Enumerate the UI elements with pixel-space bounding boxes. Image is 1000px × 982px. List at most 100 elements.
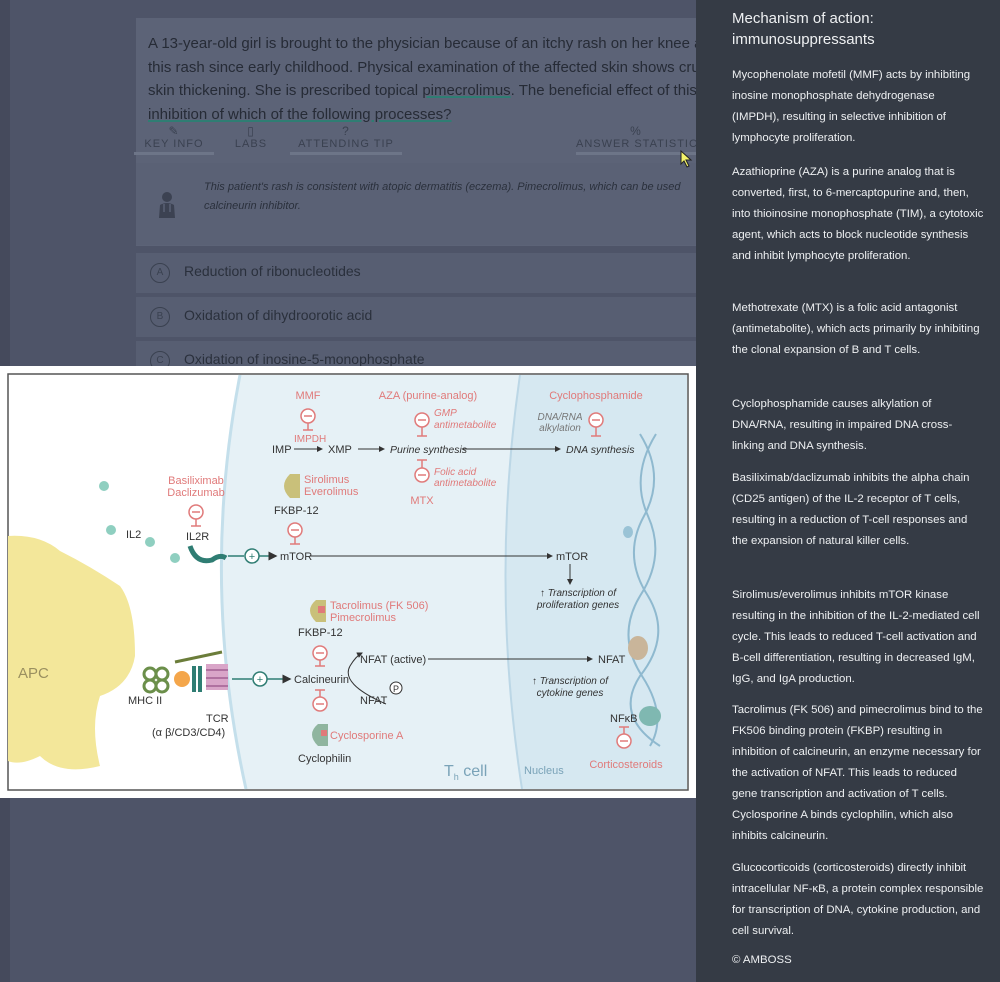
question-icon: ?: [342, 124, 350, 138]
xmp-label: XMP: [328, 444, 352, 456]
tcr-label: TCR: [206, 713, 229, 725]
fkbp12-label-b: FKBP-12: [298, 627, 343, 639]
mtor-nucleus-label: mTOR: [556, 551, 588, 563]
aza-label: AZA (purine-analog): [379, 390, 477, 402]
tab-labs-label: LABS: [234, 138, 268, 150]
highlighted-drug-link[interactable]: pimecrolimus: [422, 82, 510, 99]
cyclosporine-bound-marker: [321, 730, 327, 736]
daclizumab-label: Daclizumab: [167, 487, 224, 499]
option-text: Oxidation of inosine-5-monophosphate: [184, 351, 425, 367]
dnarna-label: DNA/RNA: [537, 412, 582, 423]
tab-key-info[interactable]: ✎ KEY INFO: [134, 124, 214, 155]
question-stem: A 13-year-old girl is brought to the phy…: [148, 32, 696, 126]
transcription-cytokine-line2: cytokine genes: [537, 688, 604, 699]
mechanism-diagram: APC MHC II TCR (α β/CD3/CD4) IL2 IL2R Ba…: [7, 373, 689, 791]
hint-line-1: This patient's rash is consistent with a…: [204, 181, 681, 193]
nfat-dna-complex: [628, 636, 648, 660]
pencil-icon: ✎: [168, 124, 180, 138]
th-cell-label: Th cell: [444, 763, 487, 782]
basiliximab-label: Basiliximab: [168, 475, 224, 487]
option-text: Reduction of ribonucleotides: [184, 263, 361, 279]
cyclosporine-label: Cyclosporine A: [330, 730, 404, 742]
alkylation-label: alkylation: [539, 423, 581, 434]
mechanism-figure[interactable]: APC MHC II TCR (α β/CD3/CD4) IL2 IL2R Ba…: [0, 366, 696, 798]
mtor-dna-complex: [623, 526, 633, 538]
mhc-tcr-complex: [142, 650, 228, 694]
mtx-label: MTX: [410, 495, 434, 507]
panel-paragraph-tacrolimus: Tacrolimus (FK 506) and pimecrolimus bin…: [732, 704, 983, 842]
option-letter: B: [150, 307, 170, 327]
panel-paragraph-mmf: Mycophenolate mofetil (MMF) acts by inhi…: [732, 69, 971, 144]
mtor-label: mTOR: [280, 551, 312, 563]
mmf-label: MMF: [295, 390, 320, 402]
tab-attending-tip-label: ATTENDING TIP: [290, 138, 402, 155]
phosphate-label: P: [393, 684, 399, 694]
cyclophosphamide-label: Cyclophosphamide: [549, 390, 643, 402]
plus-sign: +: [249, 551, 255, 563]
hint-line-2: calcineurin inhibitor.: [204, 200, 301, 212]
nfkb-label: NFκB: [610, 713, 638, 725]
impdh-label: IMPDH: [294, 434, 326, 445]
percent-icon: %: [630, 124, 642, 138]
stem-line-3-start: skin thickening. She is prescribed topic…: [148, 82, 423, 99]
purine-synthesis-label: Purine synthesis: [390, 444, 468, 456]
answer-option-b[interactable]: B Oxidation of dihydroorotic acid: [136, 297, 696, 337]
tab-labs[interactable]: ▯ LABS: [226, 124, 276, 155]
sirolimus-label: Sirolimus: [304, 474, 350, 486]
option-letter: A: [150, 263, 170, 283]
nucleus: [505, 375, 687, 789]
tab-answer-statistics-label: ANSWER STATISTICS: [576, 138, 696, 155]
gmp-label: GMP: [434, 408, 457, 419]
tab-attending-tip[interactable]: ? ATTENDING TIP: [290, 124, 402, 155]
inhibitor-symbol-basiliximab: [188, 504, 204, 527]
tacrolimus-bound-marker: [318, 606, 325, 613]
answer-option-a[interactable]: A Reduction of ribonucleotides: [136, 253, 696, 293]
cyclophilin-label: Cyclophilin: [298, 753, 351, 765]
panel-paragraph-glucocorticoids: Glucocorticoids (corticosteroids) direct…: [732, 862, 984, 937]
explanation-panel: Mechanism of action: immunosuppressants …: [696, 0, 1000, 982]
tab-answer-statistics[interactable]: % ANSWER STATISTICS: [576, 124, 696, 155]
mhc-label: MHC II: [128, 695, 162, 707]
dna-synthesis-label: DNA synthesis: [566, 444, 635, 456]
folic-acid-label: Folic acid: [434, 467, 477, 478]
calcineurin-label: Calcineurin: [294, 674, 349, 686]
corticosteroids-label: Corticosteroids: [589, 759, 663, 771]
nfkb-dna-complex: [639, 706, 661, 726]
doctor-icon: [159, 192, 175, 218]
option-text: Oxidation of dihydroorotic acid: [184, 307, 373, 323]
apc-cell: [8, 535, 135, 770]
clipboard-icon: ▯: [247, 124, 255, 138]
transcription-proliferation-line2: proliferation genes: [536, 600, 619, 611]
tacrolimus-label: Tacrolimus (FK 506): [330, 600, 428, 612]
stem-line-3-end: . The beneficial effect of this drug: [510, 82, 696, 99]
tcr-sublabel: (α β/CD3/CD4): [152, 727, 225, 739]
nfat-nucleus-label: NFAT: [598, 654, 626, 666]
fkbp12-label-a: FKBP-12: [274, 505, 319, 517]
pimecrolimus-label: Pimecrolimus: [330, 612, 397, 624]
plus-sign: +: [257, 674, 263, 686]
panel-paragraph-cyclophosphamide: Cyclophosphamide causes alkylation of DN…: [732, 398, 953, 452]
imp-label: IMP: [272, 444, 292, 456]
attending-tip-text: This patient's rash is consistent with a…: [204, 178, 696, 216]
panel-paragraph-basiliximab: Basiliximab/daclizumab inhibits the alph…: [732, 472, 970, 547]
panel-paragraph-mtx: Methotrexate (MTX) is a folic acid antag…: [732, 302, 980, 356]
transcription-proliferation-line1: ↑ Transcription of: [540, 588, 617, 599]
nfat-active-label: NFAT (active): [360, 654, 426, 666]
panel-paragraph-sirolimus: Sirolimus/everolimus inhibits mTOR kinas…: [732, 589, 980, 685]
folic-antimetabolite-label: antimetabolite: [434, 478, 497, 489]
apc-label: APC: [18, 665, 49, 682]
stem-line-2: this rash since early childhood. Physica…: [148, 58, 696, 76]
panel-paragraph-aza: Azathioprine (AZA) is a purine analog th…: [732, 166, 984, 262]
copyright-text: © AMBOSS: [732, 954, 792, 966]
panel-title: Mechanism of action: immunosuppressants: [732, 10, 875, 48]
transcription-cytokine-line1: ↑ Transcription of: [532, 676, 609, 687]
stem-line-1: A 13-year-old girl is brought to the phy…: [148, 35, 696, 52]
il2r-label: IL2R: [186, 531, 209, 543]
il2-label: IL2: [126, 529, 141, 541]
stem-line-3: skin thickening. She is prescribed topic…: [148, 79, 696, 103]
nucleus-label: Nucleus: [524, 765, 564, 777]
everolimus-label: Everolimus: [304, 486, 359, 498]
nfat-label: NFAT: [360, 695, 388, 707]
mouse-cursor-icon: [680, 150, 693, 168]
stem-line-4[interactable]: inhibition of which of the following pro…: [148, 103, 696, 127]
